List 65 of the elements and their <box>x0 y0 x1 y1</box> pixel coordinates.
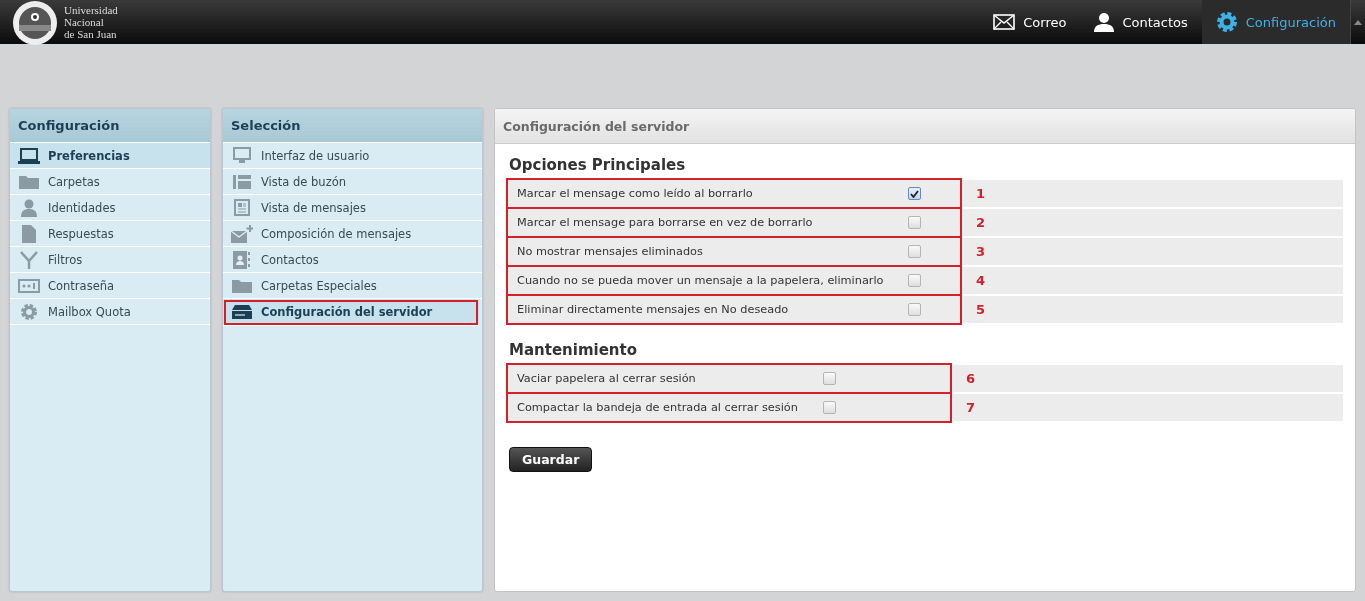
checkbox[interactable] <box>908 303 921 316</box>
section-heading: Opciones Principales <box>509 156 687 174</box>
nav-tab[interactable]: Contactos <box>1080 0 1202 44</box>
list-icon <box>233 174 251 189</box>
option-label: Marcar el mensage como leído al borrarlo <box>517 187 753 200</box>
sidebar-item[interactable]: Filtros <box>10 247 210 273</box>
envelope-icon <box>993 14 1016 30</box>
sidebar-item[interactable]: Configuración del servidor <box>223 299 479 326</box>
sidebar-item[interactable]: Contraseña <box>10 273 210 299</box>
sidebar-item[interactable]: Vista de mensajes <box>223 195 482 221</box>
option-label: Compactar la bandeja de entrada al cerrar sesión <box>517 401 798 414</box>
checkbox[interactable] <box>823 372 836 385</box>
panel-title: Configuración del servidor <box>495 109 1355 144</box>
checkbox[interactable] <box>823 401 836 414</box>
annotation-number: 6 <box>966 371 976 386</box>
monitor-icon <box>233 147 251 164</box>
sidebar-item[interactable]: Vista de buzón <box>223 169 482 195</box>
checkbox[interactable] <box>908 274 921 287</box>
settings-icon <box>1215 11 1238 33</box>
filter-icon <box>20 250 38 269</box>
annotation-number: 4 <box>976 273 986 288</box>
laptop-icon <box>18 147 40 164</box>
person-icon <box>1094 12 1115 32</box>
collapse-caret-icon[interactable] <box>1354 19 1362 25</box>
nav-tab[interactable]: Correo <box>979 0 1081 44</box>
option-label: Eliminar directamente mensajes en No deseado <box>517 303 789 316</box>
sidebar-item[interactable]: Preferencias <box>10 143 210 169</box>
option-label: Vaciar papelera al cerrar sesión <box>517 372 696 385</box>
sidebar-item[interactable]: Carpetas <box>10 169 210 195</box>
contact-card-icon <box>233 250 251 269</box>
gear-icon <box>20 302 38 321</box>
annotation-number: 1 <box>976 186 986 201</box>
folder-icon <box>19 174 39 189</box>
logo-text: Nacional <box>64 16 105 28</box>
panel-title: Selección <box>223 109 482 143</box>
sidebar-item[interactable]: Identidades <box>10 195 210 221</box>
sidebar-item[interactable]: Composición de mensajes <box>223 221 482 247</box>
nav-tab[interactable]: Configuración <box>1201 0 1350 44</box>
university-seal-logo <box>12 0 58 46</box>
checkbox[interactable] <box>908 216 921 229</box>
folder-icon <box>232 278 252 293</box>
section-heading: Mantenimiento <box>509 341 638 359</box>
sidebar-item[interactable]: Respuestas <box>10 221 210 247</box>
envelope-plus-icon <box>231 224 253 243</box>
logo-text: de San Juan <box>64 28 118 40</box>
logo-text: Universidad <box>64 4 118 16</box>
password-icon <box>18 278 40 293</box>
option-label: No mostrar mensajes eliminados <box>517 245 703 258</box>
sidebar-item[interactable]: Contactos <box>223 247 482 273</box>
checkbox[interactable] <box>908 187 921 200</box>
checkbox[interactable] <box>908 245 921 258</box>
annotation-number: 7 <box>966 400 976 415</box>
message-view-icon <box>234 199 250 216</box>
annotation-number: 5 <box>976 302 986 317</box>
save-button[interactable]: Guardar <box>509 447 593 472</box>
panel-title: Configuración <box>10 109 210 143</box>
person-icon <box>20 198 38 217</box>
annotation-number: 2 <box>976 215 986 230</box>
option-label: Marcar el mensage para borrarse en vez de borrarlo <box>517 216 813 229</box>
sidebar-item[interactable]: Interfaz de usuario <box>223 143 482 169</box>
document-icon <box>22 224 36 243</box>
option-label: Cuando no se pueda mover un mensaje a la papelera, eliminarlo <box>517 274 884 287</box>
server-icon <box>232 305 252 319</box>
annotation-number: 3 <box>976 244 986 259</box>
sidebar-item[interactable]: Mailbox Quota <box>10 299 210 325</box>
